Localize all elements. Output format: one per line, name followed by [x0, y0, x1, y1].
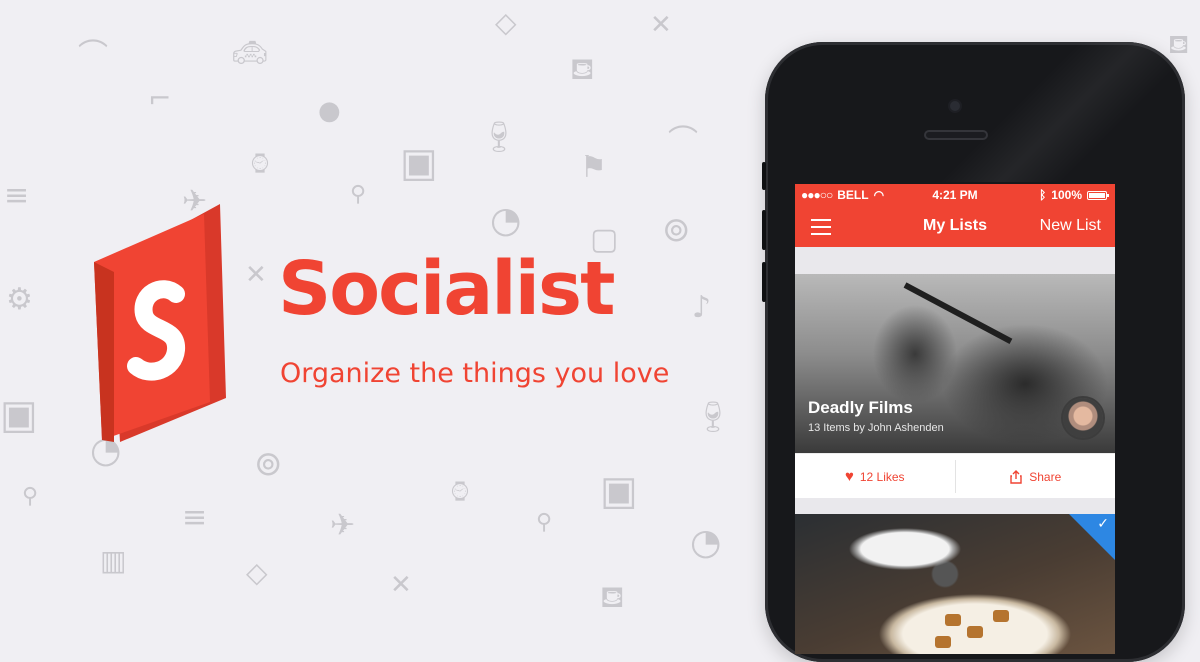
like-button[interactable]: ♥ 12 Likes	[795, 454, 955, 499]
card-2-cover-image	[795, 514, 1115, 654]
location-pin-icon-2: ⚲	[536, 510, 553, 535]
bag-icon: ⛾	[570, 52, 595, 87]
phone-screen: ●●●○○ BELL ◠ 4:21 PM ᛒ 100% My Lists New…	[795, 184, 1115, 654]
new-list-button[interactable]: New List	[1040, 217, 1101, 235]
watch-icon: ⌚︎	[246, 148, 275, 181]
battery-icon	[1087, 190, 1109, 200]
gem-icon: ◇	[495, 6, 517, 39]
burger-icon-2: ≡	[182, 500, 208, 535]
likes-label: 12 Likes	[859, 469, 905, 484]
earpiece-speaker	[924, 130, 988, 140]
popcorn-icon: ▥	[100, 544, 127, 577]
car-icon: 🚕︎	[232, 36, 268, 69]
record-player-icon-2: ▣	[0, 392, 38, 438]
share-label: Share	[1029, 469, 1062, 484]
projector-icon-2: ⊚	[254, 444, 283, 484]
front-camera	[950, 101, 960, 111]
bag-icon-2: ⛾	[600, 580, 625, 615]
logo-svg	[94, 204, 226, 442]
burger-icon: ≡	[4, 178, 30, 213]
bicycle-icon: ⚙	[6, 282, 33, 317]
card-title[interactable]: Deadly Films	[808, 398, 913, 418]
silent-switch	[762, 162, 766, 190]
card-subtitle: 13 Items by John Ashenden	[808, 422, 944, 434]
heart-icon: ♥	[844, 468, 854, 485]
sword-shape	[903, 282, 1013, 344]
brand-tagline: Organize the things you love	[280, 358, 670, 389]
volume-up-button	[762, 210, 766, 250]
shoe-icon: ⌐	[148, 82, 172, 115]
hanger-icon-2: ⌒	[668, 124, 698, 159]
list-card[interactable]: Deadly Films 13 Items by John Ashenden ♥…	[795, 274, 1115, 498]
projector-icon: ⊚	[662, 210, 691, 250]
wine-icon: 🍷︎	[480, 120, 519, 155]
bluetooth-icon: ᛒ	[1039, 188, 1047, 202]
wine-icon-2: 🍷︎	[694, 400, 733, 435]
battery-percent: 100%	[1051, 188, 1082, 202]
phone-mockup: ●●●○○ BELL ◠ 4:21 PM ᛒ 100% My Lists New…	[762, 42, 1185, 662]
location-pin-icon: ⚲	[350, 182, 367, 207]
plane-icon-2: ✈︎	[330, 508, 356, 543]
list-card-2[interactable]: ✓	[795, 514, 1115, 654]
share-button[interactable]: Share	[956, 454, 1116, 499]
nav-bar: My Lists New List	[795, 206, 1115, 247]
record-player-icon-3: ▣	[600, 468, 638, 514]
gauge-icon-3: ◔	[690, 522, 722, 563]
status-right: ᛒ 100%	[1039, 188, 1109, 202]
watch-icon-2: ⌚︎	[446, 476, 475, 509]
book-s-logo-icon	[92, 202, 242, 442]
checkmark-icon: ✓	[1097, 516, 1109, 532]
phone-glare	[915, 42, 1185, 182]
signpost-icon: ⚑	[580, 150, 607, 185]
share-icon	[1010, 469, 1022, 484]
gem-icon-2: ◇	[246, 556, 268, 589]
apple-icon: ●	[318, 96, 341, 126]
guitar-icon: ♪	[692, 290, 712, 325]
record-player-icon: ▣	[400, 140, 438, 186]
bone-icon: ✕	[650, 10, 672, 40]
hanger-icon: ⌒	[78, 38, 108, 73]
volume-down-button	[762, 262, 766, 302]
gauge-icon: ◔	[490, 200, 522, 241]
bone-icon-2: ✕	[245, 260, 267, 290]
bone-icon-3: ✕	[390, 570, 412, 600]
card-actions: ♥ 12 Likes Share	[795, 453, 1115, 499]
avatar[interactable]	[1063, 398, 1103, 438]
pin-icon-3: ⚲	[22, 484, 39, 509]
brand-name: Socialist	[278, 246, 615, 332]
status-bar: ●●●○○ BELL ◠ 4:21 PM ᛒ 100%	[795, 184, 1115, 206]
